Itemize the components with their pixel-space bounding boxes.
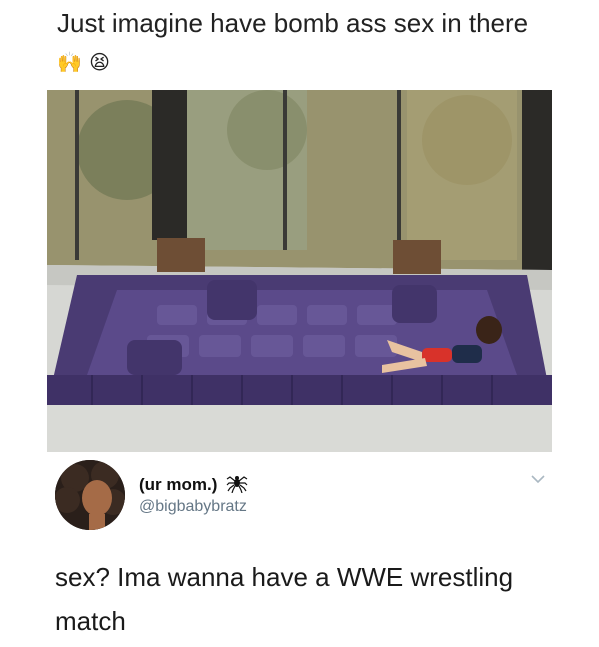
avatar[interactable]	[55, 460, 125, 530]
right-side-table	[393, 240, 441, 274]
cushion	[207, 280, 257, 320]
display-name-text: (ur mom.)	[139, 475, 218, 494]
left-side-table	[157, 238, 205, 272]
tweet-text: sex? Ima wanna have a WWE wrestling matc…	[55, 562, 514, 636]
raising-hands-emoji: 🙌	[57, 52, 82, 75]
weary-face-emoji: 😫	[89, 52, 110, 75]
meme-caption: Just imagine have bomb ass sex in there …	[57, 4, 557, 82]
spider-icon	[226, 476, 248, 493]
caption-text: Just imagine have bomb ass sex in there	[57, 8, 529, 38]
avatar-illustration	[55, 460, 125, 530]
tweet-header: (ur mom.) @bigbabybratz	[55, 460, 555, 532]
display-name[interactable]: (ur mom.)	[139, 473, 248, 495]
cushion	[127, 340, 182, 375]
chevron-down-icon[interactable]	[531, 474, 545, 484]
sunken-sofa-photo	[47, 90, 552, 452]
cushion	[392, 285, 437, 323]
user-handle[interactable]: @bigbabybratz	[139, 498, 247, 516]
photo-illustration	[47, 90, 552, 452]
